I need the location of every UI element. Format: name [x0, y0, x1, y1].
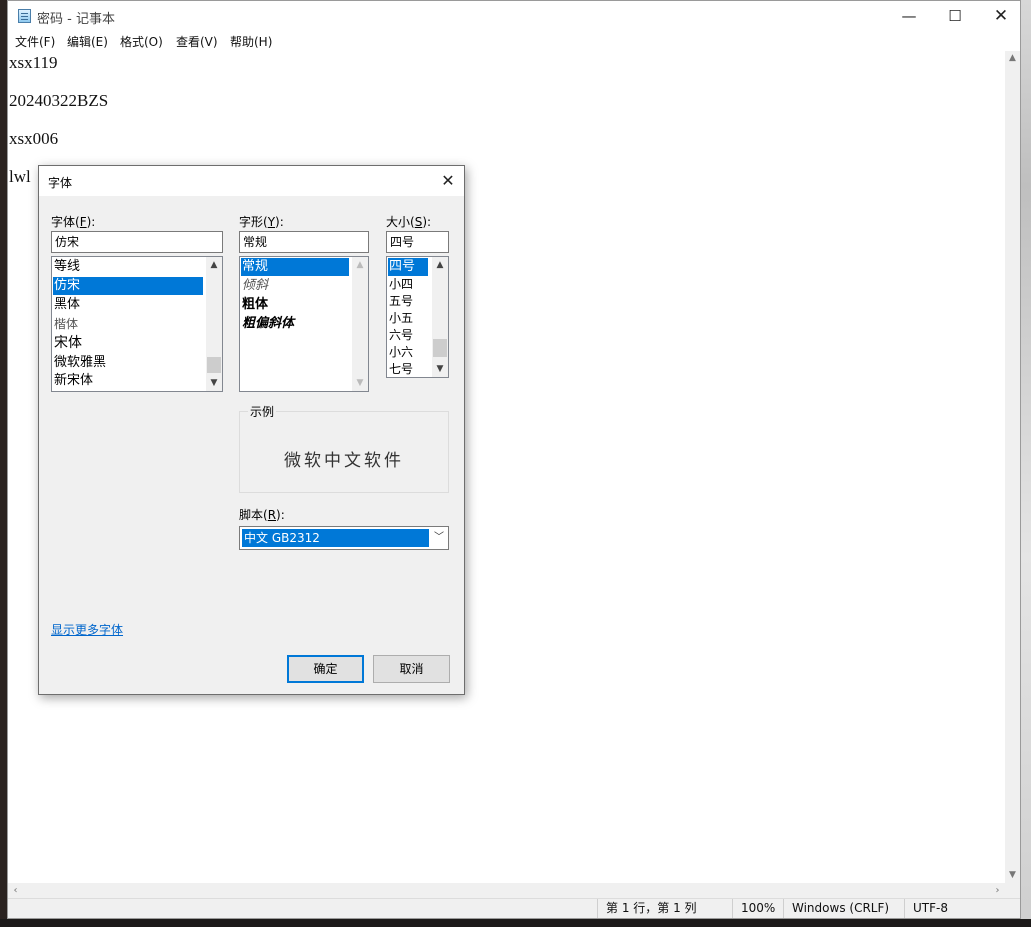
notepad-app-icon — [18, 9, 31, 23]
status-zoom: 100% — [732, 899, 782, 918]
vertical-scrollbar[interactable]: ▲ ▼ — [1005, 51, 1020, 883]
sample-text: 微软中文软件 — [284, 451, 404, 471]
size-option[interactable]: 小五 — [388, 309, 431, 327]
menu-view[interactable]: 查看(V) — [176, 33, 218, 50]
size-label: 大小(S): — [386, 215, 432, 229]
font-option[interactable]: 微软雅黑 — [53, 354, 205, 372]
list-scroll-up-icon[interactable]: ▲ — [352, 257, 368, 273]
editor-line: lwl — [9, 167, 31, 186]
maximize-button[interactable]: ☐ — [932, 1, 978, 31]
size-option[interactable]: 小四 — [388, 275, 431, 293]
font-list[interactable]: 等线 仿宋 黑体 楷体 宋体 微软雅黑 新宋体 ▲ ▼ — [51, 256, 223, 392]
desktop-background-bottom — [0, 919, 1031, 927]
menu-format[interactable]: 格式(O) — [120, 33, 163, 50]
sample-label: 示例 — [248, 403, 277, 420]
style-option[interactable]: 倾斜 — [241, 277, 351, 295]
font-list-scrollbar[interactable]: ▲ ▼ — [206, 257, 222, 391]
size-list[interactable]: 四号 小四 五号 小五 六号 小六 七号 ▲ ▼ — [386, 256, 449, 378]
list-scroll-up-icon[interactable]: ▲ — [432, 257, 448, 273]
scroll-down-arrow-icon[interactable]: ▼ — [1005, 868, 1020, 883]
show-more-fonts-link[interactable]: 显示更多字体 — [51, 621, 123, 638]
scroll-right-arrow-icon[interactable]: › — [990, 883, 1005, 898]
font-option[interactable]: 黑体 — [53, 296, 205, 314]
font-option[interactable]: 新宋体 — [53, 372, 205, 390]
scroll-left-arrow-icon[interactable]: ‹ — [8, 883, 23, 898]
window-title: 密码 - 记事本 — [37, 12, 115, 27]
close-button[interactable]: ✕ — [978, 1, 1024, 31]
style-option[interactable]: 粗偏斜体 — [241, 315, 351, 333]
scrollbar-corner — [1005, 883, 1020, 898]
menu-edit[interactable]: 编辑(E) — [67, 33, 108, 50]
font-label: 字体(F): — [51, 215, 96, 229]
status-encoding: UTF-8 — [904, 899, 1020, 918]
desktop-background-right — [1021, 0, 1031, 927]
size-option[interactable]: 五号 — [388, 292, 431, 310]
sample-group: 示例 微软中文软件 — [239, 403, 449, 493]
dialog-title: 字体 — [48, 176, 73, 190]
font-input[interactable]: 仿宋 — [51, 231, 223, 253]
menu-help[interactable]: 帮助(H) — [230, 33, 272, 50]
size-list-scrollbar[interactable]: ▲ ▼ — [432, 257, 448, 377]
dialog-close-icon[interactable]: ✕ — [436, 170, 460, 192]
status-line-ending: Windows (CRLF) — [783, 899, 903, 918]
size-input[interactable]: 四号 — [386, 231, 449, 253]
list-scroll-thumb[interactable] — [433, 339, 447, 357]
list-scroll-down-icon[interactable]: ▼ — [432, 361, 448, 377]
editor-line: xsx006 — [9, 129, 59, 148]
minimize-button[interactable]: — — [886, 1, 932, 31]
ok-button[interactable]: 确定 — [287, 655, 364, 683]
font-dialog: 字体 ✕ 字体(F): 仿宋 等线 仿宋 黑体 楷体 宋体 微软雅黑 新宋体 ▲… — [38, 165, 465, 695]
status-cursor-position: 第 1 行，第 1 列 — [597, 899, 727, 918]
size-option-selected[interactable]: 四号 — [388, 258, 428, 276]
size-option[interactable]: 六号 — [388, 326, 431, 344]
style-label: 字形(Y): — [239, 215, 284, 229]
list-scroll-down-icon[interactable]: ▼ — [352, 375, 368, 391]
menu-file[interactable]: 文件(F) — [15, 33, 55, 50]
status-bar: 第 1 行，第 1 列 100% Windows (CRLF) UTF-8 — [8, 898, 1020, 918]
dialog-title-bar: 字体 ✕ — [39, 166, 464, 196]
script-select[interactable]: 中文 GB2312 ﹀ — [239, 526, 449, 550]
size-option[interactable]: 七号 — [388, 360, 431, 377]
font-option[interactable]: 宋体 — [53, 334, 205, 352]
script-label: 脚本(R): — [239, 508, 285, 522]
list-scroll-down-icon[interactable]: ▼ — [206, 375, 222, 391]
style-list[interactable]: 常规 倾斜 粗体 粗偏斜体 ▲ ▼ — [239, 256, 369, 392]
horizontal-scrollbar[interactable]: ‹ › — [8, 883, 1005, 898]
menu-bar: 文件(F) 编辑(E) 格式(O) 查看(V) 帮助(H) — [8, 31, 1020, 51]
chevron-down-icon[interactable]: ﹀ — [430, 527, 448, 549]
font-option[interactable]: 楷体 — [53, 315, 205, 333]
title-bar: 密码 - 记事本 — ☐ ✕ — [8, 1, 1020, 31]
scroll-up-arrow-icon[interactable]: ▲ — [1005, 51, 1020, 66]
style-list-scrollbar[interactable]: ▲ ▼ — [352, 257, 368, 391]
font-option[interactable]: 等线 — [53, 258, 205, 276]
cancel-button[interactable]: 取消 — [373, 655, 450, 683]
style-input[interactable]: 常规 — [239, 231, 369, 253]
editor-line: 20240322BZS — [9, 91, 109, 110]
size-option[interactable]: 小六 — [388, 343, 431, 361]
script-selected-value: 中文 GB2312 — [242, 529, 429, 547]
list-scroll-thumb[interactable] — [207, 357, 221, 373]
list-scroll-up-icon[interactable]: ▲ — [206, 257, 222, 273]
editor-line: xsx119 — [9, 53, 58, 72]
style-option-selected[interactable]: 常规 — [241, 258, 349, 276]
style-option[interactable]: 粗体 — [241, 296, 351, 314]
font-option-selected[interactable]: 仿宋 — [53, 277, 203, 295]
